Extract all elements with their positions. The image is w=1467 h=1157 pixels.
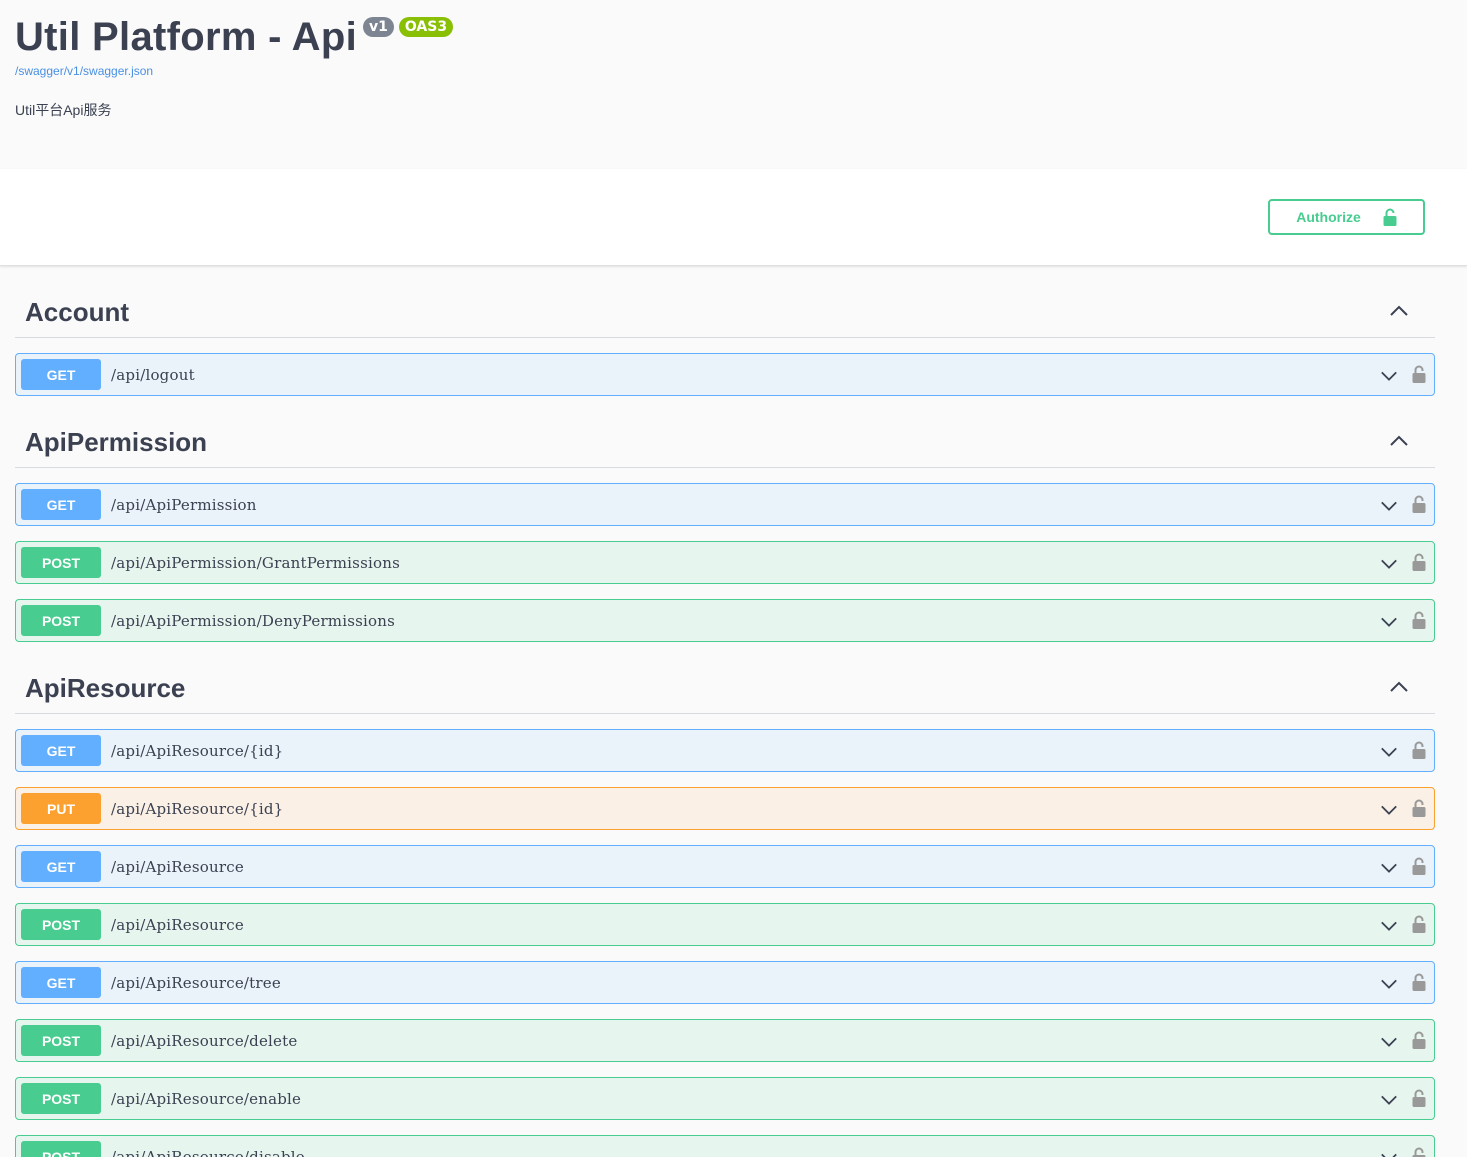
- title-row: Util Platform - Api v1 OAS3: [15, 14, 1452, 60]
- operation-row[interactable]: PUT/api/ApiResource/{id}: [15, 787, 1435, 830]
- operation-row[interactable]: POST/api/ApiResource/disable: [15, 1135, 1435, 1157]
- scheme-container: Authorize: [0, 169, 1467, 266]
- tag-header[interactable]: ApiPermission: [15, 396, 1435, 468]
- authorize-label: Authorize: [1296, 209, 1361, 225]
- operation-row[interactable]: GET/api/ApiResource: [15, 845, 1435, 888]
- chevron-down-icon[interactable]: [1380, 613, 1398, 631]
- operation-row[interactable]: POST/api/ApiResource/delete: [15, 1019, 1435, 1062]
- spec-url-link[interactable]: /swagger/v1/swagger.json: [15, 64, 1452, 78]
- authorize-button[interactable]: Authorize: [1268, 199, 1425, 235]
- chevron-down-icon[interactable]: [1380, 801, 1398, 819]
- tag-section-apiresource: ApiResource GET/api/ApiResource/{id} PUT/a…: [15, 642, 1435, 1157]
- chevron-down-icon[interactable]: [1380, 859, 1398, 877]
- unlock-icon[interactable]: [1412, 610, 1426, 630]
- chevron-up-icon[interactable]: [1389, 301, 1409, 321]
- unlock-icon[interactable]: [1412, 364, 1426, 384]
- method-badge: POST: [21, 605, 101, 636]
- operation-row[interactable]: POST/api/ApiPermission/GrantPermissions: [15, 541, 1435, 584]
- unlock-icon[interactable]: [1412, 972, 1426, 992]
- method-badge: PUT: [21, 793, 101, 824]
- method-badge: GET: [21, 851, 101, 882]
- version-badge: v1: [363, 17, 394, 37]
- tag-section-apipermission: ApiPermission GET/api/ApiPermission POST/a…: [15, 396, 1435, 642]
- operation-row[interactable]: GET/api/logout: [15, 353, 1435, 396]
- tag-header[interactable]: ApiResource: [15, 642, 1435, 714]
- chevron-down-icon[interactable]: [1380, 367, 1398, 385]
- tag-header[interactable]: Account: [15, 266, 1435, 338]
- operation-row[interactable]: GET/api/ApiResource/{id}: [15, 729, 1435, 772]
- operation-path: /api/ApiPermission/DenyPermissions: [111, 611, 396, 630]
- unlock-icon[interactable]: [1412, 740, 1426, 760]
- operation-row[interactable]: POST/api/ApiPermission/DenyPermissions: [15, 599, 1435, 642]
- operation-row[interactable]: POST/api/ApiResource/enable: [15, 1077, 1435, 1120]
- operation-path: /api/ApiResource/disable: [111, 1147, 305, 1157]
- operation-path: /api/ApiResource/delete: [111, 1031, 298, 1050]
- chevron-up-icon[interactable]: [1389, 431, 1409, 451]
- chevron-down-icon[interactable]: [1380, 1033, 1398, 1051]
- oas-badge: OAS3: [398, 17, 454, 37]
- operation-path: /api/ApiResource: [111, 915, 244, 934]
- method-badge: GET: [21, 967, 101, 998]
- method-badge: POST: [21, 1141, 101, 1157]
- chevron-down-icon[interactable]: [1380, 555, 1398, 573]
- chevron-down-icon[interactable]: [1380, 917, 1398, 935]
- chevron-down-icon[interactable]: [1380, 497, 1398, 515]
- chevron-down-icon[interactable]: [1380, 975, 1398, 993]
- method-badge: POST: [21, 1083, 101, 1114]
- method-badge: POST: [21, 547, 101, 578]
- tag-name: Account: [25, 297, 129, 327]
- chevron-down-icon[interactable]: [1380, 1149, 1398, 1157]
- tag-name: ApiResource: [25, 673, 186, 703]
- method-badge: GET: [21, 359, 101, 390]
- operation-path: /api/ApiPermission: [111, 495, 257, 514]
- method-badge: GET: [21, 735, 101, 766]
- unlock-icon[interactable]: [1412, 914, 1426, 934]
- unlock-icon: [1383, 208, 1397, 226]
- operation-path: /api/ApiResource: [111, 857, 244, 876]
- unlock-icon[interactable]: [1412, 1146, 1426, 1157]
- method-badge: GET: [21, 489, 101, 520]
- method-badge: POST: [21, 1025, 101, 1056]
- page-title: Util Platform - Api: [15, 15, 357, 59]
- chevron-up-icon[interactable]: [1389, 677, 1409, 697]
- tag-section-account: Account GET/api/logout: [15, 266, 1435, 396]
- operation-row[interactable]: GET/api/ApiResource/tree: [15, 961, 1435, 1004]
- operation-path: /api/ApiResource/enable: [111, 1089, 302, 1108]
- unlock-icon[interactable]: [1412, 494, 1426, 514]
- chevron-down-icon[interactable]: [1380, 743, 1398, 761]
- operations-list: Account GET/api/logout ApiPermission GET/ap…: [0, 266, 1467, 1157]
- operation-path: /api/ApiPermission/GrantPermissions: [111, 553, 400, 572]
- unlock-icon[interactable]: [1412, 856, 1426, 876]
- operation-path: /api/ApiResource/{id}: [111, 741, 284, 760]
- tag-name: ApiPermission: [25, 427, 208, 457]
- method-badge: POST: [21, 909, 101, 940]
- operation-row[interactable]: GET/api/ApiPermission: [15, 483, 1435, 526]
- operation-row[interactable]: POST/api/ApiResource: [15, 903, 1435, 946]
- api-description: Util平台Api服务: [15, 102, 112, 118]
- operation-path: /api/ApiResource/tree: [111, 973, 281, 992]
- chevron-down-icon[interactable]: [1380, 1091, 1398, 1109]
- unlock-icon[interactable]: [1412, 552, 1426, 572]
- operation-path: /api/logout: [111, 365, 195, 384]
- operation-path: /api/ApiResource/{id}: [111, 799, 284, 818]
- unlock-icon[interactable]: [1412, 1088, 1426, 1108]
- unlock-icon[interactable]: [1412, 798, 1426, 818]
- info-section: Util Platform - Api v1 OAS3 /swagger/v1/…: [0, 0, 1467, 169]
- unlock-icon[interactable]: [1412, 1030, 1426, 1050]
